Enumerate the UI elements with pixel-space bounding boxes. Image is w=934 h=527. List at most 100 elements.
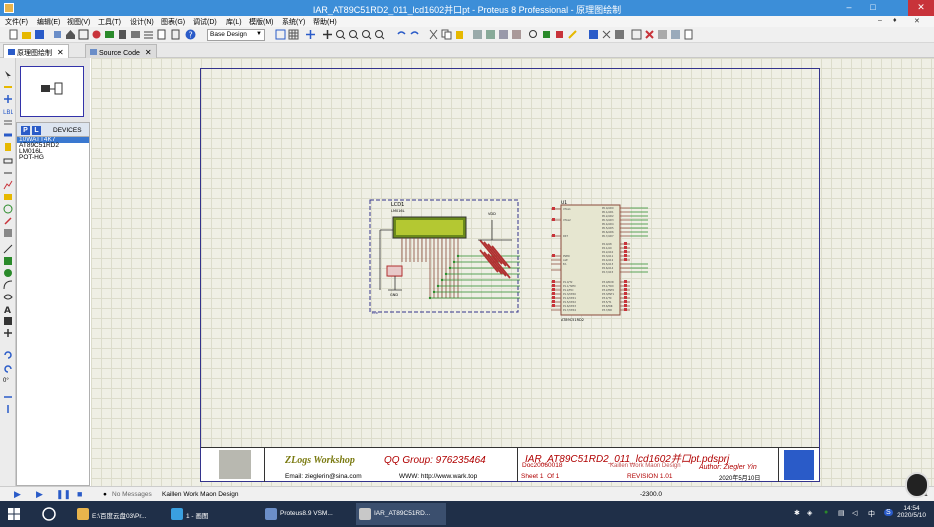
email-label: Email:	[285, 473, 304, 480]
svg-text:P2.3/A11: P2.3/A11	[602, 254, 614, 258]
volume-icon[interactable]: ◁	[852, 509, 857, 517]
vcc-label: VDD	[488, 212, 496, 216]
status-bar: ▶ ▶ ❚❚ ■ ● No Messages Kaillen Work Maon…	[0, 486, 934, 501]
stop-icon[interactable]: ■	[77, 490, 87, 499]
taskbar-item-label: IAR_AT89C51RD...	[374, 510, 431, 517]
svg-text:P1.3/CEX0: P1.3/CEX0	[563, 292, 576, 296]
svg-text:P3.0/RXD: P3.0/RXD	[602, 280, 614, 284]
author: Author: Ziegler Yin	[699, 464, 757, 471]
svg-text:P2.4/A12: P2.4/A12	[602, 258, 614, 262]
svg-text:P0.0/AD0: P0.0/AD0	[602, 206, 614, 210]
messages-status[interactable]: No Messages	[112, 491, 152, 498]
svg-text:P3.6/WR: P3.6/WR	[602, 304, 613, 308]
sogou-icon[interactable]: S	[884, 509, 893, 516]
clock[interactable]: 14:54 2020/5/10	[897, 505, 926, 519]
svg-text:P2.1/A9: P2.1/A9	[602, 246, 612, 250]
lcd-screen	[396, 220, 463, 235]
taskbar-item-explorer[interactable]: E:\百度云盘03\Pr...	[74, 503, 162, 525]
clock-date: 2020/5/10	[897, 512, 926, 519]
security-icon[interactable]: ◈	[807, 509, 812, 517]
pause-icon[interactable]: ❚❚	[56, 490, 71, 499]
svg-text:P1.2/ECI: P1.2/ECI	[563, 288, 574, 292]
svg-text:P3.2/INT0: P3.2/INT0	[602, 288, 614, 292]
taskbar-item-label: E:\百度云盘03\Pr...	[92, 513, 147, 520]
email-value: zieglerin@sina.com	[304, 473, 362, 480]
svg-text:ALE: ALE	[563, 258, 568, 262]
of-label: Of	[547, 473, 554, 480]
play-icon[interactable]: ▶	[14, 490, 24, 499]
mcu-part: AT89C51RD2	[561, 318, 584, 322]
gnd-label: GND	[390, 293, 398, 297]
proteus-icon	[359, 508, 371, 520]
website: WWW: http://www.wark.top	[399, 473, 478, 480]
sheet-total: 1	[555, 473, 560, 480]
svg-text:P3.4/T0: P3.4/T0	[602, 296, 612, 300]
windows-taskbar: E:\百度云盘03\Pr... 1 - 画图 Proteus8.9 VSM...…	[0, 501, 934, 527]
svg-text:P1.1/T2EX: P1.1/T2EX	[563, 284, 576, 288]
svg-text:P0.1/AD1: P0.1/AD1	[602, 210, 614, 214]
taskbar-item-paint[interactable]: 1 - 画图	[168, 503, 254, 525]
email: Email: zieglerin@sina.com	[285, 473, 362, 480]
network-icon[interactable]: ▤	[838, 509, 845, 517]
author-photo	[219, 450, 251, 479]
brand-name: ZLogs Workshop	[285, 455, 355, 466]
qq-penguin-icon[interactable]	[905, 472, 929, 498]
svg-text:P0.4/AD4: P0.4/AD4	[602, 222, 614, 226]
svg-text:P0.7/AD7: P0.7/AD7	[602, 234, 614, 238]
author-label: Author:	[699, 464, 722, 471]
author-value: Ziegler Yin	[723, 464, 757, 471]
svg-text:P2.2/A10: P2.2/A10	[602, 250, 614, 254]
coord-x: -2300.0	[640, 491, 663, 498]
title-block: ZLogs Workshop QQ Group: 976235464 Email…	[201, 447, 819, 482]
svg-text:RST: RST	[563, 234, 568, 238]
svg-text:PSEN: PSEN	[563, 254, 570, 258]
svg-text:P1.6/CEX3: P1.6/CEX3	[563, 304, 576, 308]
messages-icon: ●	[103, 491, 107, 498]
search-icon[interactable]	[42, 507, 56, 523]
svg-text:P0.5/AD5: P0.5/AD5	[602, 226, 614, 230]
svg-text:P2.0/A8: P2.0/A8	[602, 242, 612, 246]
svg-text:P3.3/INT1: P3.3/INT1	[602, 292, 614, 296]
folder-icon	[77, 508, 89, 520]
svg-text:LCD: LCD	[372, 311, 379, 315]
taskbar-item-proteus[interactable]: IAR_AT89C51RD...	[356, 503, 446, 525]
taskbar-item-label: 1 - 画图	[186, 513, 209, 520]
windows-start-icon[interactable]	[8, 508, 20, 522]
lcd-label: LCD1	[391, 202, 404, 208]
document-icon	[265, 508, 277, 520]
lcd-part: LM016L	[391, 209, 405, 213]
sheet-num: 1	[539, 473, 544, 480]
taskbar-item-proteus-vsm[interactable]: Proteus8.9 VSM...	[262, 503, 350, 525]
svg-text:P2.6/A14: P2.6/A14	[602, 266, 614, 270]
svg-text:EA: EA	[563, 262, 567, 266]
svg-text:P0.6/AD6: P0.6/AD6	[602, 230, 614, 234]
potentiometer	[386, 265, 403, 277]
svg-text:P3.7/RD: P3.7/RD	[602, 308, 612, 312]
svg-text:P2.7/A15: P2.7/A15	[602, 270, 614, 274]
svg-text:P3.1/TXD: P3.1/TXD	[602, 284, 614, 288]
sheet-label: Sheet	[521, 473, 538, 480]
badge-logo	[784, 450, 814, 480]
svg-text:P0.3/AD3: P0.3/AD3	[602, 218, 614, 222]
svg-text:P1.0/T2: P1.0/T2	[563, 280, 573, 284]
doc-number: Doc20060018	[522, 462, 563, 469]
sheet-number: Sheet 1 Of 1	[521, 473, 559, 480]
tray-app-icon[interactable]: ●	[824, 509, 828, 516]
svg-text:XTAL2: XTAL2	[563, 218, 571, 222]
svg-text:P2.5/A13: P2.5/A13	[602, 262, 614, 266]
title-block-logo-cell	[201, 448, 265, 482]
svg-text:P3.5/T1: P3.5/T1	[602, 300, 612, 304]
clock-time: 14:54	[903, 505, 920, 512]
sheet-status: Kaillen Work Maon Design	[162, 491, 239, 498]
bluetooth-icon[interactable]: ✱	[794, 509, 800, 517]
ime-indicator[interactable]: 中	[868, 509, 875, 519]
date: 2020年5月10日	[719, 476, 761, 482]
svg-text:P1.7/CEX4: P1.7/CEX4	[563, 308, 576, 312]
taskbar-item-label: Proteus8.9 VSM...	[280, 510, 333, 517]
design-company: Kaillen Work Maon Design	[610, 463, 681, 469]
svg-text:P1.4/CEX1: P1.4/CEX1	[563, 296, 576, 300]
svg-text:P1.5/CEX2: P1.5/CEX2	[563, 300, 576, 304]
qq-group: QQ Group: 976235464	[384, 455, 486, 466]
paint-icon	[171, 508, 183, 520]
step-icon[interactable]: ▶	[36, 490, 46, 499]
